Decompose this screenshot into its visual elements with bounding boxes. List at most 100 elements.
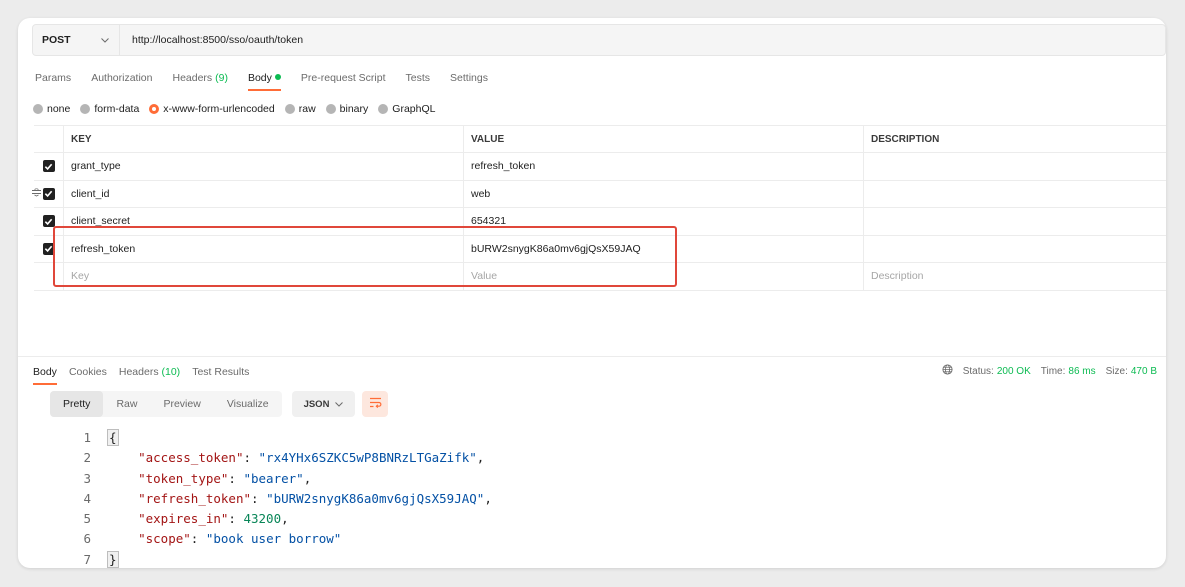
json-number: 43200 — [243, 511, 282, 527]
json-key: "refresh_token" — [138, 490, 251, 506]
line-number: 5 — [83, 511, 91, 527]
radio-button[interactable] — [378, 104, 389, 114]
value-cell[interactable]: bURW2snygK86a0mv6gjQsX59JAQ — [464, 235, 864, 262]
response-headers-count: (10) — [161, 366, 181, 378]
json-key: "expires_in" — [138, 511, 229, 527]
radio-button[interactable] — [284, 104, 295, 114]
radio-button[interactable] — [80, 104, 91, 114]
body-type-none[interactable]: none — [33, 103, 70, 115]
column-header-value: VALUE — [464, 126, 864, 152]
size-value[interactable]: 470 B — [1131, 366, 1157, 377]
radio-button[interactable] — [325, 104, 336, 114]
json-key: "access_token" — [138, 450, 244, 466]
response-tab-cookies[interactable]: Cookies — [69, 365, 107, 385]
request-panel: POST http://localhost:8500/sso/oauth/tok… — [18, 18, 1166, 568]
description-cell[interactable] — [864, 208, 1166, 235]
wrap-lines-button[interactable] — [362, 391, 388, 417]
key-cell[interactable]: client_secret — [64, 208, 464, 235]
table-row: client_secret 654321 — [34, 208, 1166, 236]
tab-body[interactable]: Body — [247, 71, 281, 91]
response-tab-headers[interactable]: Headers (10) — [119, 365, 180, 385]
key-cell[interactable]: refresh_token — [64, 235, 464, 262]
new-key-input[interactable]: Key — [64, 263, 464, 290]
body-type-raw[interactable]: raw — [284, 103, 316, 115]
response-status-bar: Status: 200 OK Time: 86 ms Size: 470 B — [942, 364, 1157, 378]
response-view-tabs: Pretty Raw Preview Visualize — [50, 391, 282, 417]
request-tabs: Params Authorization Headers (9) Body Pr… — [35, 71, 508, 91]
header-check-cell — [34, 126, 64, 152]
drag-handle-icon[interactable] — [32, 187, 41, 199]
json-key: "token_type" — [138, 470, 229, 486]
wrap-lines-icon — [369, 397, 382, 411]
code-line: 5 "expires_in": 43200, — [70, 509, 492, 529]
column-header-description: DESCRIPTION — [871, 133, 940, 145]
size-label: Size: — [1105, 365, 1128, 377]
description-cell[interactable] — [864, 236, 1166, 263]
line-number: 7 — [83, 551, 91, 567]
table-row: grant_type refresh_token — [34, 153, 1166, 181]
checkbox-checked[interactable] — [42, 215, 55, 228]
time-value[interactable]: 86 ms — [1068, 366, 1095, 377]
body-type-binary[interactable]: binary — [325, 103, 368, 115]
column-header-key: KEY — [64, 126, 464, 152]
view-tab-visualize[interactable]: Visualize — [214, 391, 282, 417]
code-line: 1 { — [70, 428, 492, 448]
key-cell[interactable]: grant_type — [64, 153, 464, 180]
code-line: 3 "token_type": "bearer", — [70, 469, 492, 489]
line-number: 1 — [83, 430, 91, 445]
format-label: JSON — [303, 398, 330, 410]
response-tab-body[interactable]: Body — [33, 365, 57, 385]
description-cell[interactable] — [864, 153, 1166, 180]
line-number: 6 — [83, 531, 91, 547]
status-value[interactable]: 200 OK — [997, 366, 1031, 377]
json-string: "rx4YHx6SZKC5wP8BNRzLTGaZifk" — [258, 450, 477, 466]
line-number: 4 — [83, 490, 91, 506]
checkbox-checked[interactable] — [42, 242, 55, 255]
time-label: Time: — [1040, 365, 1066, 377]
value-cell[interactable]: web — [464, 180, 864, 207]
method-label: POST — [42, 34, 71, 46]
view-tab-pretty[interactable]: Pretty — [50, 391, 104, 417]
table-row: refresh_token bURW2snygK86a0mv6gjQsX59JA… — [34, 235, 1166, 263]
value-cell[interactable]: refresh_token — [464, 153, 864, 180]
line-number: 3 — [83, 470, 91, 486]
tab-authorization[interactable]: Authorization — [91, 71, 152, 91]
radio-button-selected[interactable] — [149, 104, 160, 114]
method-select[interactable]: POST — [33, 25, 119, 55]
view-tab-preview[interactable]: Preview — [150, 391, 213, 417]
json-brace-open: { — [107, 429, 119, 446]
key-cell[interactable]: client_id — [64, 180, 464, 207]
tab-pre-request-script[interactable]: Pre-request Script — [301, 71, 386, 91]
response-tab-test-results[interactable]: Test Results — [192, 365, 249, 385]
new-description-input[interactable]: Description — [864, 263, 1166, 290]
chevron-down-icon — [335, 399, 344, 409]
value-cell[interactable]: 654321 — [464, 208, 864, 235]
description-cell[interactable] — [864, 181, 1166, 208]
headers-count: (9) — [215, 72, 228, 84]
body-type-urlencoded[interactable]: x-www-form-urlencoded — [149, 103, 275, 115]
globe-icon[interactable] — [942, 364, 953, 378]
view-tab-raw[interactable]: Raw — [103, 391, 150, 417]
new-value-input[interactable]: Value — [464, 263, 864, 290]
tab-params[interactable]: Params — [35, 71, 71, 91]
code-line: 6 "scope": "book user borrow" — [70, 529, 492, 549]
table-row: client_id web — [32, 180, 1166, 208]
code-line: 2 "access_token": "rx4YHx6SZKC5wP8BNRzLT… — [70, 448, 492, 468]
checkbox-checked[interactable] — [42, 187, 55, 200]
body-type-graphql[interactable]: GraphQL — [378, 103, 435, 115]
format-select[interactable]: JSON — [292, 391, 355, 417]
body-type-form-data[interactable]: form-data — [80, 103, 139, 115]
tab-tests[interactable]: Tests — [406, 71, 431, 91]
tab-headers[interactable]: Headers (9) — [172, 71, 227, 91]
response-body-code[interactable]: 1 { 2 "access_token": "rx4YHx6SZKC5wP8BN… — [70, 428, 492, 568]
radio-button[interactable] — [33, 104, 43, 114]
tab-settings[interactable]: Settings — [450, 71, 488, 91]
chevron-down-icon — [101, 35, 109, 45]
body-type-options: none form-data x-www-form-urlencoded raw… — [33, 102, 445, 116]
json-string: "bURW2snygK86a0mv6gjQsX59JAQ" — [266, 490, 485, 506]
url-input[interactable]: http://localhost:8500/sso/oauth/token — [120, 34, 303, 46]
checkbox-checked[interactable] — [42, 160, 55, 173]
body-indicator-dot — [274, 74, 281, 80]
json-key: "scope" — [138, 531, 191, 547]
json-string: "book user borrow" — [205, 531, 342, 547]
